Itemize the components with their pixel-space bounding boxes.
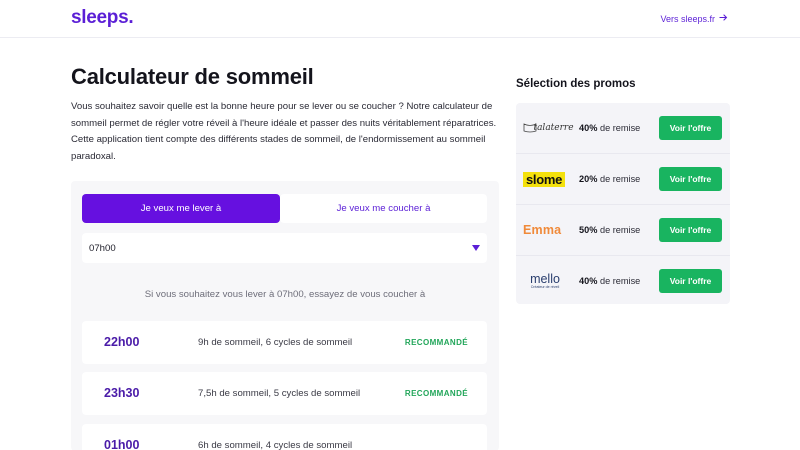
see-offer-button[interactable]: Voir l'offre	[659, 269, 722, 293]
result-time: 01h00	[104, 438, 140, 450]
emma-logo: Emma	[523, 223, 562, 237]
page-title: Calculateur de sommeil	[71, 64, 314, 89]
recommended-badge: RECOMMANDÉ	[404, 389, 468, 398]
promo-discount: 40% de remise	[579, 276, 641, 286]
mello-logo: mello Créateur de réveil	[530, 272, 560, 289]
arrow-right-icon	[719, 13, 728, 24]
chevron-down-icon	[472, 245, 480, 251]
promo-item: Emma 50% de remise Voir l'offre	[516, 205, 730, 256]
result-description: 9h de sommeil, 6 cycles de sommeil	[198, 337, 353, 348]
top-bar: sleeps. Vers sleeps.fr	[0, 0, 800, 38]
result-time: 23h30	[104, 386, 140, 400]
promo-item: talaterre 40% de remise Voir l'offre	[516, 103, 730, 154]
see-offer-button[interactable]: Voir l'offre	[659, 218, 722, 242]
result-description: 7,5h de sommeil, 5 cycles de sommeil	[198, 388, 361, 399]
result-row: 22h00 9h de sommeil, 6 cycles de sommeil…	[82, 321, 487, 364]
time-select[interactable]: 07h00	[82, 233, 487, 263]
tab-wake-up[interactable]: Je veux me lever à	[82, 194, 280, 223]
mode-tabs: Je veux me lever à Je veux me coucher à	[82, 194, 487, 223]
see-offer-button[interactable]: Voir l'offre	[659, 167, 722, 191]
result-row: 01h00 6h de sommeil, 4 cycles de sommeil	[82, 424, 487, 450]
tab-go-to-bed[interactable]: Je veux me coucher à	[280, 194, 487, 223]
result-time: 22h00	[104, 335, 140, 349]
promos-list: talaterre 40% de remise Voir l'offre slo…	[516, 103, 730, 304]
talaterre-logo: talaterre	[523, 113, 574, 143]
time-select-value: 07h00	[89, 242, 116, 254]
site-logo[interactable]: sleeps.	[71, 7, 134, 29]
see-offer-button[interactable]: Voir l'offre	[659, 116, 722, 140]
visit-site-link[interactable]: Vers sleeps.fr	[660, 13, 728, 24]
slome-logo: slome	[523, 164, 567, 194]
intro-text: Vous souhaitez savoir quelle est la bonn…	[71, 101, 497, 162]
promo-item: slome 20% de remise Voir l'offre	[516, 154, 730, 205]
result-row: 23h30 7,5h de sommeil, 5 cycles de somme…	[82, 372, 487, 415]
result-description: 6h de sommeil, 4 cycles de sommeil	[198, 440, 353, 450]
recommended-badge: RECOMMANDÉ	[404, 338, 468, 347]
result-hint: Si vous souhaitez vous lever à 07h00, es…	[144, 289, 426, 300]
visit-site-label: Vers sleeps.fr	[660, 13, 715, 24]
calculator-panel: Je veux me lever à Je veux me coucher à …	[71, 181, 499, 450]
promo-discount: 40% de remise	[579, 123, 641, 133]
promo-item: mello Créateur de réveil 40% de remise V…	[516, 256, 730, 307]
promo-discount: 50% de remise	[579, 225, 641, 235]
promos-title: Sélection des promos	[516, 78, 636, 90]
promo-discount: 20% de remise	[579, 174, 641, 184]
